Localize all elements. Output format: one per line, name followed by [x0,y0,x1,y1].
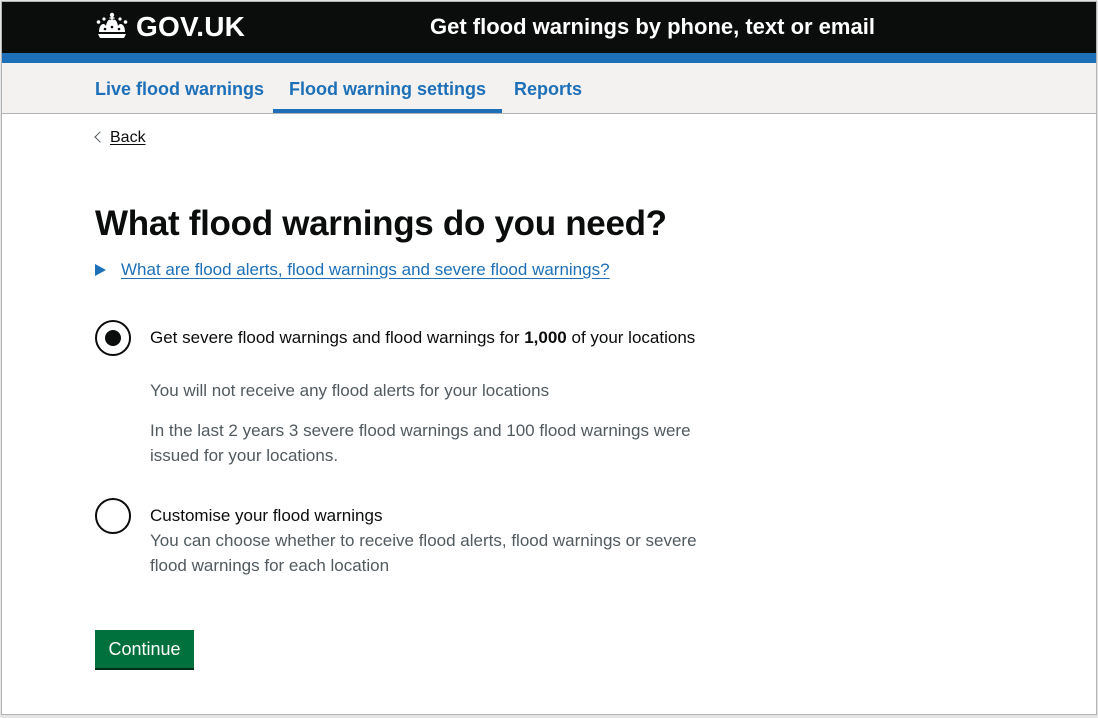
radio-button-selected[interactable] [95,320,131,356]
logo-text: GOV.UK [136,11,246,42]
continue-button[interactable]: Continue [95,630,194,668]
radio-hint: You will not receive any flood alerts fo… [150,381,550,400]
back-link-label: Back [110,129,146,146]
radio-selected-dot [105,330,121,346]
location-count: 1,000 [524,328,567,347]
service-navigation: Live flood warnings Flood warning settin… [2,63,1096,114]
nav-item-flood-warning-settings[interactable]: Flood warning settings [273,63,502,113]
crown-icon [94,10,136,45]
chevron-left-icon [94,131,106,143]
browser-page: GOV.UK Get flood warnings by phone, text… [2,2,1096,714]
details-disclosure[interactable]: What are flood alerts, flood warnings an… [95,260,610,280]
service-name[interactable]: Get flood warnings by phone, text or ema… [430,12,875,42]
radio-button-unselected[interactable] [95,498,131,534]
radio-hint-history: In the last 2 years 3 severe flood warni… [150,421,691,465]
radio-hint: You can choose whether to receive flood … [150,531,697,575]
radio-label-prefix: Get severe flood warnings and flood warn… [150,328,525,347]
govuk-header: GOV.UK Get flood warnings by phone, text… [2,2,1096,53]
triangle-right-icon [95,264,106,276]
nav-item-live-flood-warnings[interactable]: Live flood warnings [95,63,264,113]
radio-label-suffix: of your locations [566,328,696,347]
radio-label[interactable]: Get severe flood warnings and flood warn… [150,325,710,350]
nav-item-reports[interactable]: Reports [514,63,582,113]
back-link[interactable]: Back [94,129,146,147]
details-summary: What are flood alerts, flood warnings an… [121,260,610,279]
header-accent-bar [2,53,1096,63]
radio-label[interactable]: Customise your flood warnings [150,503,710,528]
govuk-logo-link[interactable]: GOV.UK [94,10,245,44]
page-title: What flood warnings do you need? [95,204,667,243]
